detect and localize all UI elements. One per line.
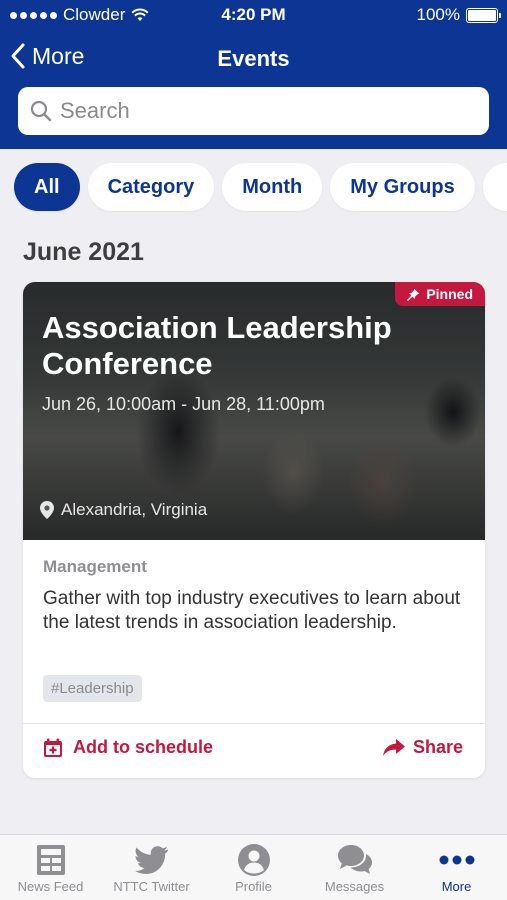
twitter-icon xyxy=(134,846,168,874)
tab-bar: News Feed NTTC Twitter Profile Messages xyxy=(0,834,507,900)
event-image: Pinned Association Leadership Conference… xyxy=(23,282,485,540)
status-right: 100% xyxy=(416,5,501,25)
add-to-schedule-label: Add to schedule xyxy=(73,737,214,757)
page-title: Events xyxy=(217,46,290,71)
filter-all[interactable]: All xyxy=(14,163,80,211)
filter-chips: All Category Month My Groups xyxy=(14,163,507,211)
tab-nttc-twitter[interactable]: NTTC Twitter xyxy=(101,841,202,894)
messages-icon xyxy=(337,845,372,874)
battery-icon xyxy=(466,7,501,23)
news-feed-icon xyxy=(36,845,65,875)
event-date: Jun 26, 10:00am - Jun 28, 11:00pm xyxy=(42,394,325,414)
event-card[interactable]: Pinned Association Leadership Conference… xyxy=(23,282,485,778)
filter-category[interactable]: Category xyxy=(87,163,215,211)
battery-percent: 100% xyxy=(416,5,460,24)
tab-label: Messages xyxy=(324,879,385,894)
pin-icon xyxy=(407,288,420,301)
event-description: Gather with top industry executives to l… xyxy=(43,588,461,633)
status-bar: Clowder 4:20 PM 100% xyxy=(0,0,507,30)
profile-icon xyxy=(237,844,270,876)
event-category: Management xyxy=(43,557,147,576)
tab-news-feed[interactable]: News Feed xyxy=(0,841,101,894)
pinned-badge: Pinned xyxy=(395,282,485,306)
navigation-bar: More Events xyxy=(0,38,507,82)
event-title: Association Leadership Conference xyxy=(42,310,392,381)
tab-label: NTTC Twitter xyxy=(113,879,190,894)
tab-messages[interactable]: Messages xyxy=(304,841,405,894)
event-location: Alexandria, Virginia xyxy=(40,500,207,520)
header: Clowder 4:20 PM 100% More Events xyxy=(0,0,507,149)
filter-bar: All Category Month My Groups xyxy=(0,150,507,230)
card-divider xyxy=(23,723,485,724)
share-button[interactable]: Share xyxy=(382,737,463,758)
tab-label: More xyxy=(441,879,472,894)
calendar-add-icon xyxy=(44,738,62,757)
pinned-label: Pinned xyxy=(426,286,473,302)
filter-more-partial[interactable] xyxy=(482,163,507,211)
location-label: Alexandria, Virginia xyxy=(61,500,208,519)
tab-more[interactable]: More xyxy=(406,841,507,894)
tab-profile[interactable]: Profile xyxy=(203,841,304,894)
location-pin-icon xyxy=(40,501,54,519)
search-bar[interactable] xyxy=(18,87,489,135)
filter-my-groups[interactable]: My Groups xyxy=(330,163,475,211)
add-to-schedule-button[interactable]: Add to schedule xyxy=(43,737,213,758)
more-icon xyxy=(439,855,474,865)
event-tag[interactable]: #Leadership xyxy=(43,675,142,702)
share-label: Share xyxy=(412,737,463,757)
month-header: June 2021 xyxy=(23,238,144,266)
share-icon xyxy=(382,738,405,756)
search-input[interactable] xyxy=(60,98,460,124)
filter-month[interactable]: Month xyxy=(222,163,323,211)
search-icon xyxy=(30,100,52,122)
tab-label: Profile xyxy=(235,879,272,894)
tab-label: News Feed xyxy=(17,879,84,894)
